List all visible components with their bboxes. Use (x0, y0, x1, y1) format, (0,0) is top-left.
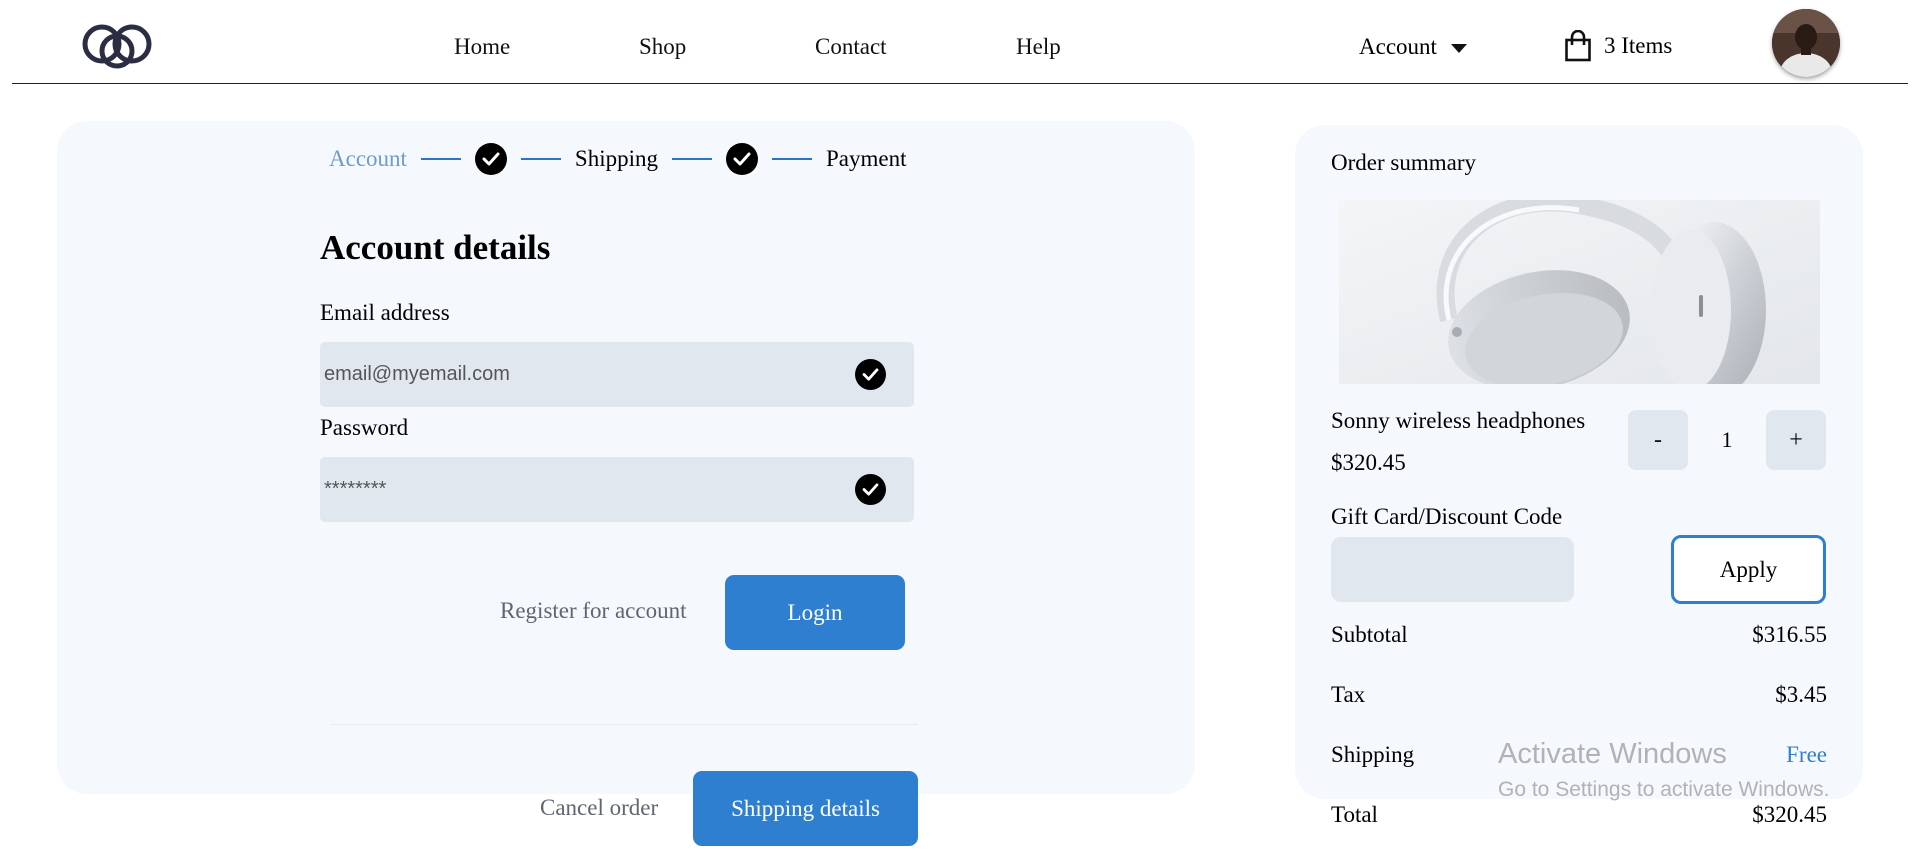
cancel-order-link[interactable]: Cancel order (540, 795, 658, 821)
product-image (1339, 200, 1820, 384)
check-circle-icon (474, 143, 507, 175)
form-divider (331, 724, 918, 725)
tax-label: Tax (1331, 682, 1366, 707)
nav-home[interactable]: Home (454, 34, 510, 60)
email-label: Email address (320, 300, 450, 325)
account-dropdown-label: Account (1359, 34, 1437, 59)
password-label: Password (320, 415, 409, 440)
shipping-label: Shipping (1331, 742, 1415, 767)
checkout-stepper: Account Shipping Payment (329, 143, 907, 175)
nav-contact[interactable]: Contact (815, 34, 887, 60)
header-divider (12, 83, 1908, 84)
avatar-photo (1772, 9, 1840, 77)
check-circle-icon (726, 143, 758, 175)
nav-help[interactable]: Help (1016, 34, 1061, 60)
user-avatar[interactable] (1772, 9, 1840, 77)
step-account[interactable]: Account (329, 146, 407, 172)
caret-down-icon (1450, 43, 1467, 53)
email-field[interactable] (324, 342, 844, 407)
nav-shop[interactable]: Shop (639, 34, 686, 60)
account-dropdown[interactable]: Account (1359, 34, 1467, 60)
total-label: Total (1331, 802, 1378, 827)
product-price: $320.45 (1331, 450, 1406, 475)
step-connector (520, 158, 561, 160)
quantity-value: 1 (1721, 427, 1733, 452)
step-connector (420, 158, 461, 160)
quantity-increase-button[interactable]: + (1766, 410, 1826, 470)
check-circle-icon (855, 474, 886, 505)
product-name: Sonny wireless headphones (1331, 408, 1586, 433)
step-shipping[interactable]: Shipping (575, 146, 658, 172)
password-field[interactable] (324, 457, 844, 522)
activation-watermark-title: Activate Windows (1498, 738, 1727, 770)
shopping-bag-icon (1565, 30, 1591, 62)
subtotal-value: $316.55 (1752, 622, 1827, 647)
account-details-heading: Account details (320, 228, 551, 267)
cart-count-label: 3 Items (1604, 33, 1673, 58)
headphones-image (1339, 200, 1820, 384)
step-payment[interactable]: Payment (826, 146, 907, 172)
order-summary-title: Order summary (1331, 150, 1476, 175)
cart-button[interactable]: 3 Items (1564, 30, 1672, 62)
check-circle-icon (855, 359, 886, 390)
step-connector (672, 158, 712, 160)
login-button[interactable]: Login (725, 575, 905, 650)
total-value: $320.45 (1752, 802, 1827, 827)
register-link[interactable]: Register for account (500, 598, 686, 624)
tax-value: $3.45 (1775, 682, 1827, 707)
top-navbar: Home Shop Contact Help Account 3 Items (0, 0, 1920, 85)
shipping-details-button[interactable]: Shipping details (693, 771, 918, 846)
email-field-wrapper (320, 342, 914, 407)
brand-logo-icon[interactable] (78, 18, 156, 72)
subtotal-label: Subtotal (1331, 622, 1408, 647)
password-field-wrapper (320, 457, 914, 522)
quantity-decrease-button[interactable]: - (1628, 410, 1688, 470)
discount-code-input[interactable] (1331, 537, 1574, 602)
step-connector (772, 158, 812, 160)
apply-discount-button[interactable]: Apply (1671, 535, 1826, 604)
activation-watermark-subtitle: Go to Settings to activate Windows. (1498, 778, 1830, 801)
discount-code-label: Gift Card/Discount Code (1331, 504, 1563, 529)
